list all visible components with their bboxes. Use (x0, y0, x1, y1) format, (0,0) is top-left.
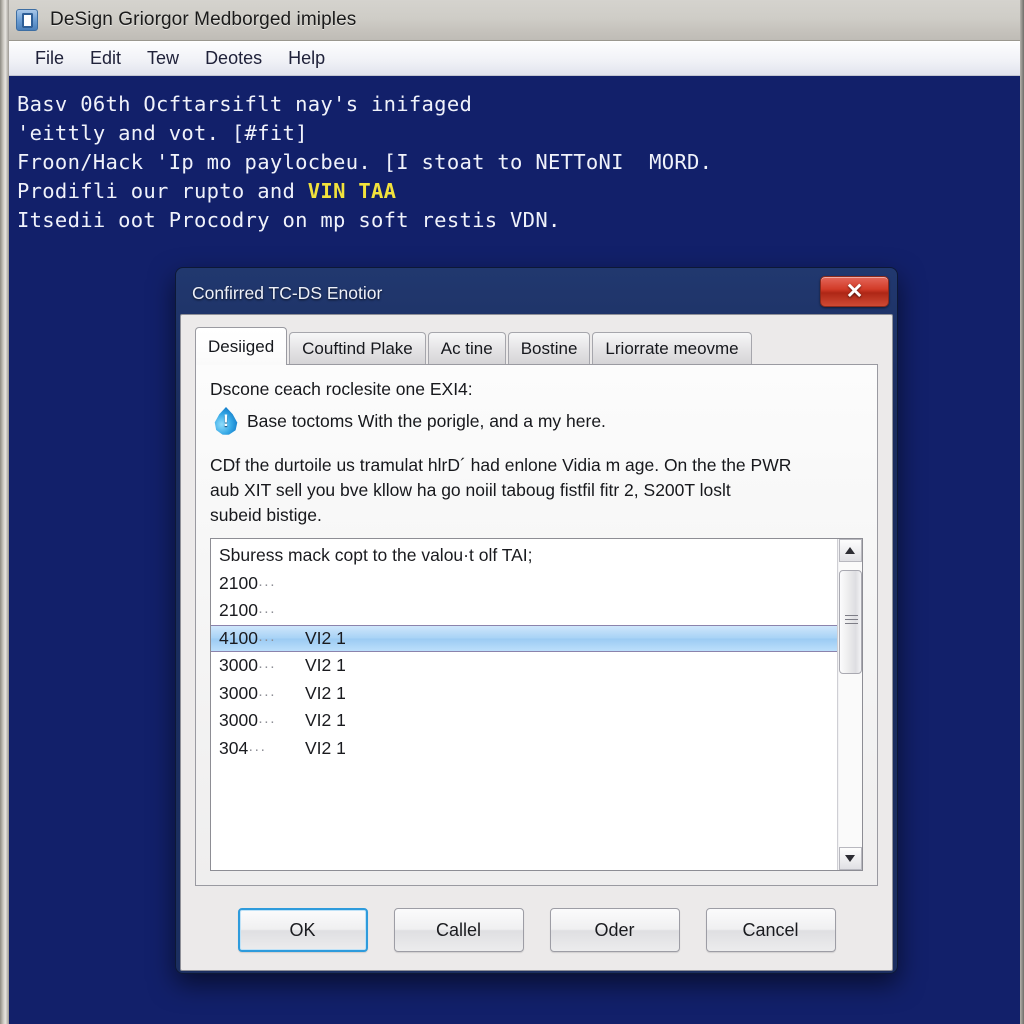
menubar: File Edit Tew Deotes Help (9, 41, 1020, 76)
menu-item-help[interactable]: Help (275, 45, 338, 72)
tab-ac-tine[interactable]: Ac tine (427, 332, 506, 365)
menu-item-deotes[interactable]: Deotes (192, 45, 275, 72)
list-item-col1: 4100··· (219, 627, 276, 648)
list-item[interactable]: 304··· VI2 1 (211, 735, 837, 763)
callel-button[interactable]: Callel (393, 908, 524, 952)
close-icon: ✕ (845, 280, 864, 303)
list-item-col2: VI2 1 (305, 682, 346, 703)
menu-item-file[interactable]: File (22, 45, 77, 72)
dialog-paragraph-line: aub XIT sell you bve kllow ha go noiil t… (210, 480, 731, 500)
list-item-col1: 3000··· (219, 710, 276, 731)
document-line: Froon/Hack 'Ip mo paylocbeu. [I stoat to… (17, 150, 713, 174)
document-highlight-text: VIN TAA (307, 179, 397, 203)
scroll-down-button[interactable] (838, 847, 862, 870)
list-item[interactable]: 3000··· VI2 1 (211, 707, 837, 735)
dialog-paragraph-line: CDf the durtoile us tramulat hlrD´ had e… (210, 455, 792, 475)
list-item-col2: VI2 1 (305, 710, 346, 731)
list-item-col1: 3000··· (219, 655, 276, 676)
list-item-col1: 2100··· (219, 600, 276, 621)
tab-desiiged[interactable]: Desiiged (195, 327, 288, 365)
scrollbar-track[interactable] (838, 562, 862, 847)
list-item-col1: 2100··· (219, 572, 276, 593)
dialog-body: Desiiged Couftind Plake Ac tine Bostine … (180, 314, 893, 971)
tab-couftind-plake[interactable]: Couftind Plake (289, 332, 426, 365)
dialog-titlebar[interactable]: Confirred TC-DS Enotior ✕ (180, 272, 893, 314)
scroll-up-button[interactable] (838, 539, 862, 562)
close-button[interactable]: ✕ (820, 276, 889, 307)
dialog-intro-text: Dscone ceach roclesite one EXI4: (210, 379, 473, 399)
dialog-note-text: Base toctoms With the porigle, and a my … (247, 411, 606, 431)
chevron-up-icon (845, 547, 855, 554)
list-item-col2: VI2 1 (305, 737, 346, 758)
window-title: DeSign Griorgor Medborged imiples (50, 9, 357, 30)
window-titlebar[interactable]: DeSign Griorgor Medborged imiples (0, 0, 1024, 41)
list-item-col1: 3000··· (219, 682, 276, 703)
listbox-scrollbar[interactable] (837, 539, 862, 870)
application-window: DeSign Griorgor Medborged imiples File E… (0, 0, 1024, 1024)
list-item[interactable]: 3000··· VI2 1 (211, 680, 837, 708)
tab-panel-desiiged: Dscone ceach roclesite one EXI4: ! Base … (195, 364, 878, 886)
dialog-footer: OK Callel Oder Cancel (195, 886, 878, 970)
confirmation-dialog: Confirred TC-DS Enotior ✕ Desiiged Couft… (175, 267, 898, 974)
app-document-icon (16, 9, 38, 31)
menu-item-edit[interactable]: Edit (77, 45, 134, 72)
dialog-note: ! Base toctoms With the porigle, and a m… (210, 405, 863, 437)
oder-button[interactable]: Oder (549, 908, 680, 952)
document-line: Itsedii oot Procodry on mp soft restis V… (17, 208, 561, 232)
scrollbar-grip-icon (844, 615, 858, 628)
list-item[interactable]: 2100··· (211, 570, 837, 598)
tab-bostine[interactable]: Bostine (507, 332, 591, 365)
document-line-prefix: Prodifli our rupto and (17, 179, 308, 203)
list-item-col2: VI2 1 (305, 627, 346, 648)
dialog-paragraph: CDf the durtoile us tramulat hlrD´ had e… (210, 453, 863, 528)
list-item-selected[interactable]: 4100··· VI2 1 (211, 624, 837, 652)
tab-lriorrate-meovme[interactable]: Lriorrate meovme (592, 332, 752, 365)
window-frame-left-edge (0, 0, 9, 1024)
document-line: Prodifli our rupto and VIN TAA (17, 177, 1020, 206)
document-line: Basv 06th Ocftarsiflt nay's inifaged (17, 92, 473, 116)
ok-button[interactable]: OK (237, 908, 368, 952)
menu-item-tew[interactable]: Tew (134, 45, 192, 72)
chevron-down-icon (845, 855, 855, 862)
items-listbox[interactable]: Sburess mack copt to the valou·t olf TAI… (210, 538, 863, 871)
document-line: 'eittly and vot. [#fit] (17, 121, 308, 145)
list-item-col1: 304··· (219, 737, 267, 758)
scrollbar-thumb[interactable] (838, 570, 862, 674)
info-droplet-icon: ! (213, 405, 239, 437)
cancel-button[interactable]: Cancel (705, 908, 836, 952)
dialog-title: Confirred TC-DS Enotior (192, 282, 383, 303)
list-header-row: Sburess mack copt to the valou·t olf TAI… (219, 545, 533, 566)
window-frame-right-edge (1020, 0, 1024, 1024)
dialog-paragraph-line: subeid bistige. (210, 505, 322, 525)
tabstrip: Desiiged Couftind Plake Ac tine Bostine … (195, 327, 878, 365)
items-list-rows: Sburess mack copt to the valou·t olf TAI… (211, 539, 837, 870)
list-item[interactable]: 2100··· (211, 597, 837, 625)
list-item[interactable]: 3000··· VI2 1 (211, 652, 837, 680)
list-item-col2: VI2 1 (305, 655, 346, 676)
